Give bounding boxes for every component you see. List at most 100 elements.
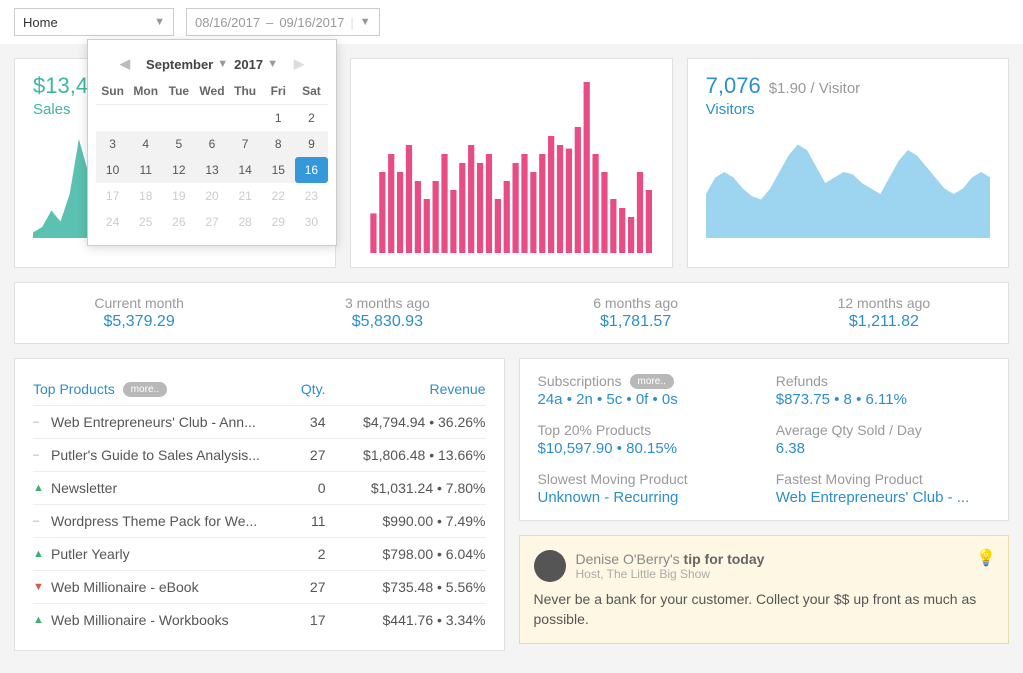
stats-card: Subscriptions more..24a • 2n • 5c • 0f •…: [519, 358, 1010, 521]
calendar-day[interactable]: 15: [262, 157, 295, 183]
calendar-day: 26: [162, 209, 195, 235]
qty-header[interactable]: Qty.: [266, 381, 326, 397]
product-name: Putler's Guide to Sales Analysis...: [51, 447, 266, 463]
calendar-day: 24: [96, 209, 129, 235]
table-row[interactable]: ▼Web Millionaire - eBook27$735.48 • 5.56…: [33, 570, 486, 603]
stat-label: Average Qty Sold / Day: [776, 422, 990, 438]
comparison-bar: Current month$5,379.293 months ago$5,830…: [14, 282, 1009, 344]
calendar-day[interactable]: 13: [195, 157, 228, 183]
product-name: Web Millionaire - Workbooks: [51, 612, 266, 628]
trend-icon: –: [33, 449, 51, 461]
product-revenue: $990.00 • 7.49%: [326, 513, 486, 529]
calendar-day[interactable]: 10: [96, 157, 129, 183]
calendar-next[interactable]: ▶: [284, 56, 314, 72]
product-revenue: $441.76 • 3.34%: [326, 612, 486, 628]
calendar-dow: Thu: [229, 78, 262, 105]
calendar-day[interactable]: 12: [162, 157, 195, 183]
chevron-down-icon: ▼: [360, 16, 371, 28]
top-products-card: Top Products more.. Qty. Revenue –Web En…: [14, 358, 505, 651]
more-button[interactable]: more..: [630, 374, 674, 389]
product-qty: 27: [266, 579, 326, 595]
product-qty: 34: [266, 414, 326, 430]
comparison-item: Current month$5,379.29: [15, 295, 263, 331]
product-name: Newsletter: [51, 480, 266, 496]
calendar-day[interactable]: 3: [96, 131, 129, 157]
product-revenue: $1,031.24 • 7.80%: [326, 480, 486, 496]
product-qty: 11: [266, 513, 326, 529]
stat-label: Fastest Moving Product: [776, 471, 990, 487]
tip-subtitle: Host, The Little Big Show: [576, 567, 765, 581]
table-row[interactable]: ▲Newsletter0$1,031.24 • 7.80%: [33, 471, 486, 504]
calendar-day[interactable]: 9: [295, 131, 328, 157]
table-row[interactable]: –Wordpress Theme Pack for We...11$990.00…: [33, 504, 486, 537]
trend-icon: ▼: [33, 581, 51, 593]
calendar-day: 27: [195, 209, 228, 235]
calendar-day[interactable]: 5: [162, 131, 195, 157]
right-column: Subscriptions more..24a • 2n • 5c • 0f •…: [519, 358, 1010, 651]
calendar-day[interactable]: 1: [262, 105, 295, 131]
calendar-prev[interactable]: ◀: [110, 56, 140, 72]
calendar-day: 17: [96, 183, 129, 209]
stat-item: Average Qty Sold / Day 6.38: [776, 422, 990, 457]
comparison-label: Current month: [15, 295, 263, 311]
trend-icon: –: [33, 515, 51, 527]
calendar-day[interactable]: 6: [195, 131, 228, 157]
trend-icon: ▲: [33, 482, 51, 494]
top-products-header[interactable]: Top Products: [33, 381, 115, 397]
calendar-day: [195, 105, 228, 131]
topbar: Home ▼ 08/16/2017 – 09/16/2017 | ▼ ◀ Sep…: [0, 0, 1023, 44]
product-qty: 27: [266, 447, 326, 463]
more-button[interactable]: more..: [123, 382, 167, 397]
calendar-day: 30: [295, 209, 328, 235]
tip-headline: tip for today: [684, 551, 765, 567]
table-row[interactable]: ▲Putler Yearly2$798.00 • 6.04%: [33, 537, 486, 570]
calendar-day[interactable]: 14: [229, 157, 262, 183]
trend-icon: ▲: [33, 548, 51, 560]
product-revenue: $735.48 • 5.56%: [326, 579, 486, 595]
product-qty: 0: [266, 480, 326, 496]
calendar-day[interactable]: 16: [295, 157, 328, 183]
stat-item: Slowest Moving ProductUnknown - Recurrin…: [538, 471, 752, 506]
calendar-day: 18: [129, 183, 162, 209]
stat-item: Subscriptions more..24a • 2n • 5c • 0f •…: [538, 373, 752, 408]
comparison-label: 3 months ago: [263, 295, 511, 311]
stat-item: Fastest Moving Product Web Entrepreneurs'…: [776, 471, 990, 506]
product-name: Putler Yearly: [51, 546, 266, 562]
home-dropdown[interactable]: Home ▼: [14, 8, 174, 36]
calendar-dow: Sat: [295, 78, 328, 105]
table-row[interactable]: ▲Web Millionaire - Workbooks17$441.76 • …: [33, 603, 486, 636]
calendar-day[interactable]: 2: [295, 105, 328, 131]
calendar-day: 19: [162, 183, 195, 209]
stat-label: Top 20% Products: [538, 422, 752, 438]
tip-card: 💡 Denise O'Berry's tip for today Host, T…: [519, 535, 1010, 644]
visitors-sub: $1.90 / Visitor: [769, 80, 860, 97]
calendar-day: [96, 105, 129, 131]
calendar-day[interactable]: 7: [229, 131, 262, 157]
kpi-orders: [350, 58, 672, 268]
stat-value: Unknown - Recurring: [538, 489, 752, 506]
chevron-down-icon: ▼: [154, 16, 165, 28]
calendar-dow: Mon: [129, 78, 162, 105]
product-qty: 2: [266, 546, 326, 562]
trend-icon: ▲: [33, 614, 51, 626]
lightbulb-icon: 💡: [976, 548, 996, 568]
stat-value: 24a • 2n • 5c • 0f • 0s: [538, 391, 752, 408]
stat-value: Web Entrepreneurs' Club - ...: [776, 489, 990, 506]
table-row[interactable]: –Putler's Guide to Sales Analysis...27$1…: [33, 438, 486, 471]
calendar-month[interactable]: September▼: [146, 57, 228, 72]
comparison-value: $1,211.82: [760, 313, 1008, 331]
revenue-header[interactable]: Revenue: [326, 381, 486, 397]
calendar-day[interactable]: 11: [129, 157, 162, 183]
date-range-picker[interactable]: 08/16/2017 – 09/16/2017 | ▼ ◀ September▼…: [186, 8, 380, 36]
table-row[interactable]: –Web Entrepreneurs' Club - Ann...34$4,79…: [33, 405, 486, 438]
calendar-day: 29: [262, 209, 295, 235]
stat-label: Refunds: [776, 373, 990, 389]
tip-author: Denise O'Berry's: [576, 551, 680, 567]
calendar-day[interactable]: 4: [129, 131, 162, 157]
product-name: Web Millionaire - eBook: [51, 579, 266, 595]
calendar-day[interactable]: 8: [262, 131, 295, 157]
calendar-day: 23: [295, 183, 328, 209]
stat-value: 6.38: [776, 440, 990, 457]
calendar-year[interactable]: 2017▼: [234, 57, 278, 72]
product-qty: 17: [266, 612, 326, 628]
